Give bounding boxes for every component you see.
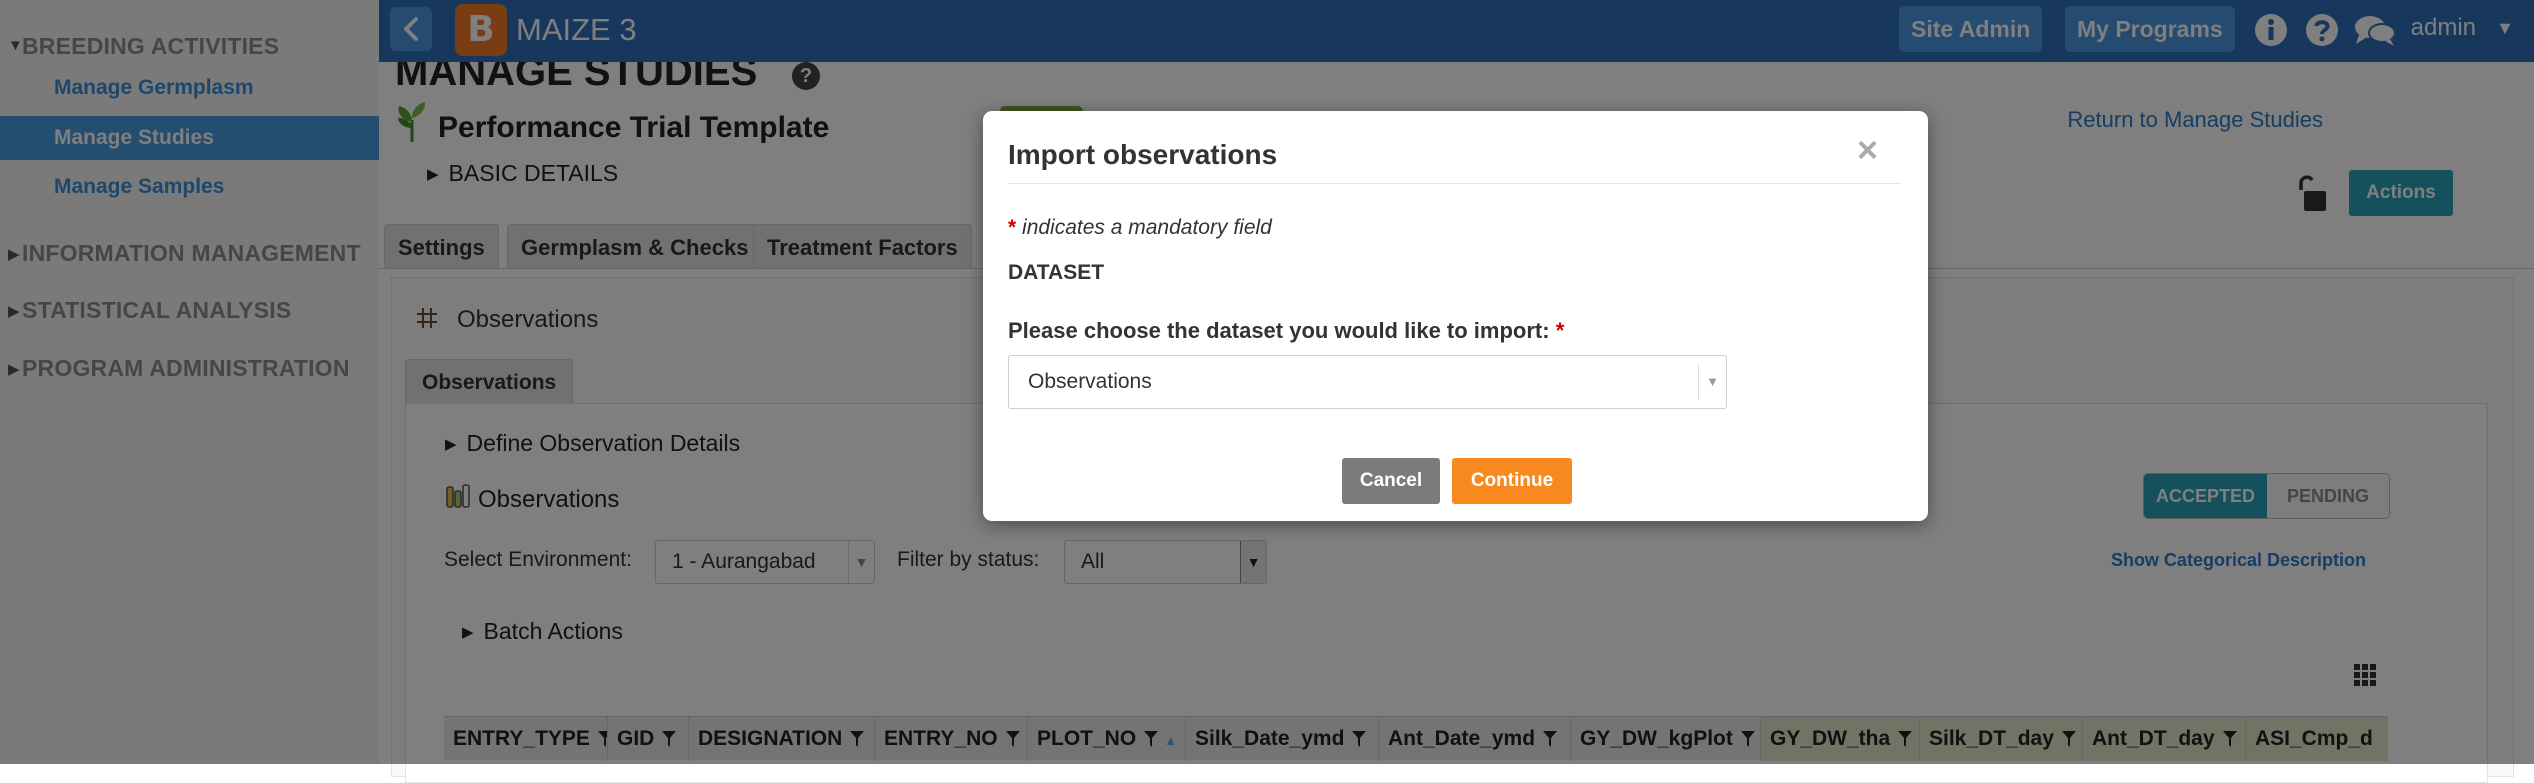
dataset-question-text: Please choose the dataset you would like… (1008, 318, 1550, 343)
modal-title: Import observations (1008, 139, 1278, 170)
dataset-section-label: DATASET (1008, 261, 1105, 284)
import-observations-modal: Import observations × * indicates a mand… (983, 111, 1928, 521)
dataset-select-value: Observations (1028, 370, 1152, 393)
required-asterisk: * (1555, 318, 1565, 343)
continue-button[interactable]: Continue (1452, 458, 1572, 504)
modal-divider (1008, 183, 1901, 184)
close-icon[interactable]: × (1857, 129, 1878, 171)
required-asterisk: * (1008, 216, 1017, 239)
dataset-question-label: Please choose the dataset you would like… (1008, 318, 1564, 344)
cancel-button[interactable]: Cancel (1342, 458, 1440, 504)
mandatory-field-text: indicates a mandatory field (1022, 216, 1272, 239)
mandatory-field-note: * indicates a mandatory field (1008, 216, 1272, 240)
dataset-select[interactable]: Observations ▼ (1008, 355, 1727, 409)
chevron-down-icon: ▼ (1698, 364, 1726, 400)
